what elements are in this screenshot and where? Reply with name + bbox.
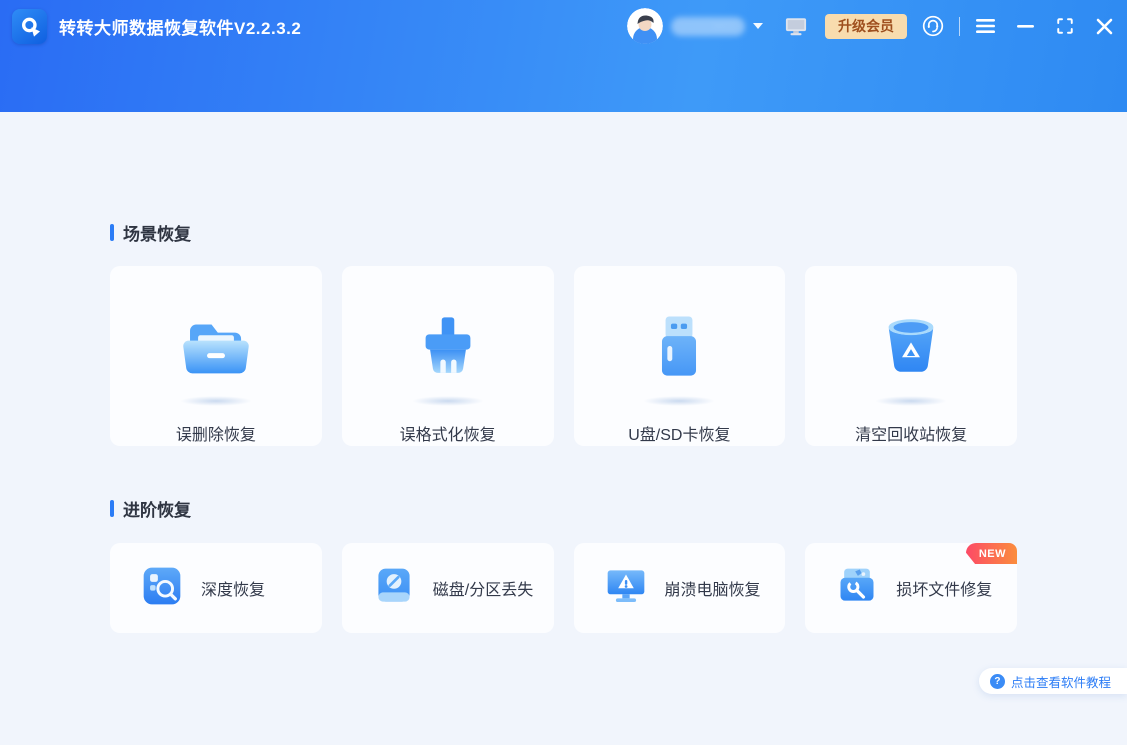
icon-shadow [411, 396, 484, 406]
advanced-card-grid: 深度恢复 磁盘/分区丢失 崩溃电脑恢复 NEW 损坏文件修复 [110, 543, 1017, 633]
section-accent-bar [110, 500, 114, 517]
disk-icon [372, 564, 416, 613]
file-repair-icon [835, 564, 879, 613]
card-label: 清空回收站恢复 [855, 427, 968, 444]
maximize-icon[interactable] [1054, 15, 1076, 37]
customer-service-icon[interactable] [921, 14, 945, 38]
titlebar-right: ···· 升级会员 [627, 8, 1115, 44]
card-crashed-pc-recovery[interactable]: 崩溃电脑恢复 [573, 543, 786, 633]
card-label: 崩溃电脑恢复 [664, 582, 761, 599]
tutorial-link[interactable]: ? 点击查看软件教程 [978, 668, 1127, 694]
screen-icon[interactable] [785, 17, 807, 36]
section-title-advanced: 进阶恢复 [110, 496, 1017, 521]
titlebar-divider [959, 16, 960, 36]
close-icon[interactable] [1094, 16, 1115, 37]
icon-shadow [875, 396, 948, 406]
section-title-text: 场景恢复 [123, 225, 191, 244]
card-format-recovery[interactable]: 误格式化恢复 [341, 266, 554, 446]
app-logo-icon [12, 8, 47, 44]
user-avatar[interactable] [627, 8, 663, 44]
upgrade-member-button[interactable]: 升级会员 [825, 13, 907, 39]
titlebar: 转转大师数据恢复软件V2.2.3.2 ···· 升级会员 [0, 0, 1127, 52]
icon-shadow [179, 396, 252, 406]
card-label: 深度恢复 [201, 582, 266, 599]
app-title: 转转大师数据恢复软件V2.2.3.2 [59, 18, 302, 38]
minimize-icon[interactable] [1015, 16, 1036, 36]
hamburger-menu-icon[interactable] [974, 16, 997, 36]
section-accent-bar [110, 224, 114, 241]
card-label: 误删除恢复 [175, 427, 256, 444]
usb-drive-icon [636, 303, 722, 394]
username-masked[interactable]: ···· [671, 16, 745, 36]
card-label: U盘/SD卡恢复 [628, 427, 731, 444]
card-undelete-recovery[interactable]: 误删除恢复 [110, 266, 322, 446]
card-usb-sd-recovery[interactable]: U盘/SD卡恢复 [573, 266, 786, 446]
card-label: 损坏文件修复 [896, 582, 993, 599]
crashed-pc-icon [604, 564, 648, 613]
card-disk-partition-loss[interactable]: 磁盘/分区丢失 [341, 543, 554, 633]
recycle-bin-icon [868, 303, 954, 394]
header: 转转大师数据恢复软件V2.2.3.2 ···· 升级会员 [0, 0, 1127, 112]
card-label: 误格式化恢复 [399, 427, 496, 444]
folder-icon [173, 303, 259, 394]
format-brush-icon [405, 303, 491, 394]
section-title-text: 进阶恢复 [123, 501, 191, 520]
deep-scan-icon [140, 564, 184, 613]
scenario-card-grid: 误删除恢复 误格式化恢复 U盘/SD卡恢复 清空回收站恢复 [110, 266, 1017, 446]
card-file-repair[interactable]: NEW 损坏文件修复 [805, 543, 1017, 633]
main-content: 场景恢复 误删除恢复 误格式化恢复 U盘/SD卡恢复 清空回收站恢复 进阶恢复 … [0, 112, 1127, 633]
tutorial-label: 点击查看软件教程 [1010, 675, 1111, 690]
card-recycle-bin-recovery[interactable]: 清空回收站恢复 [805, 266, 1017, 446]
card-deep-recovery[interactable]: 深度恢复 [110, 543, 322, 633]
chevron-down-icon[interactable] [753, 23, 763, 29]
section-title-scenario: 场景恢复 [110, 220, 1017, 245]
icon-shadow [643, 396, 716, 406]
question-icon: ? [989, 673, 1005, 689]
new-badge: NEW [965, 543, 1017, 564]
card-label: 磁盘/分区丢失 [432, 582, 534, 599]
